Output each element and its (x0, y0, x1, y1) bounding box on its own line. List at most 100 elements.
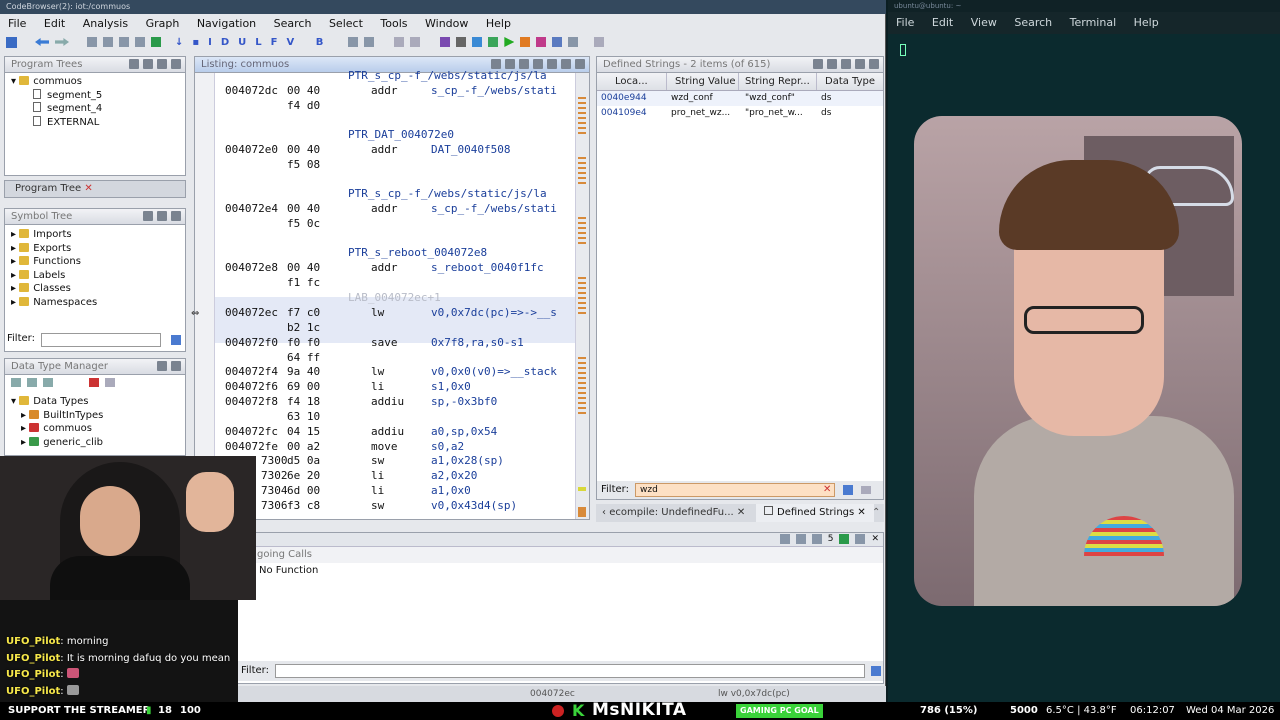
listing-operand[interactable]: v0,0x0(v0)=>__stack (431, 365, 557, 378)
symbol-tree-item-labels[interactable]: ▸ Labels (11, 269, 185, 283)
toolbar-icon[interactable] (119, 37, 129, 47)
refresh-icon[interactable] (795, 534, 806, 544)
filter-icon[interactable] (871, 666, 881, 676)
terminal-menu-terminal[interactable]: Terminal (1070, 12, 1117, 34)
tree-item-root[interactable]: ▾ commuos (11, 75, 185, 89)
dropdown-icon[interactable] (157, 361, 167, 371)
filter-options-icon[interactable] (843, 485, 853, 495)
listing-bytes[interactable]: f7 c0 (287, 306, 320, 319)
listing-address[interactable]: 004072f8 (225, 395, 278, 408)
toolbar-icon[interactable] (568, 37, 579, 47)
listing-mnemonic[interactable]: li (371, 469, 384, 482)
listing-bytes[interactable]: 00 40 (287, 202, 320, 215)
listing-operand[interactable]: v0,0x43d4(sp) (431, 499, 517, 512)
tab-defined-strings[interactable]: Defined Strings ✕ (756, 504, 874, 522)
listing-operand[interactable]: a1,0x0 (431, 484, 471, 497)
listing-mnemonic[interactable]: li (371, 380, 384, 393)
menu-window[interactable]: Window (425, 16, 468, 32)
toolbar-icon[interactable] (103, 37, 113, 47)
toolbar-icon[interactable] (594, 37, 605, 47)
listing-address[interactable]: 7302 (261, 469, 288, 482)
listing-operand[interactable]: s_cp_-f_/webs/stati (431, 84, 557, 97)
listing-mnemonic[interactable]: addr (371, 261, 398, 274)
listing-operand[interactable]: s_reboot_0040f1fc (431, 261, 544, 274)
panel-tool-icon[interactable] (157, 211, 167, 221)
tab-decompile[interactable]: ‹ ecompile: UndefinedFu... ✕ (602, 504, 745, 522)
splitter-arrow-icon[interactable]: ⇔ (191, 308, 199, 319)
run-icon[interactable] (504, 37, 515, 47)
listing-address[interactable]: 004072e4 (225, 202, 278, 215)
listing-mnemonic[interactable]: li (371, 484, 384, 497)
listing-address[interactable]: 004072f6 (225, 380, 278, 393)
column-header[interactable]: String Value (667, 73, 739, 90)
listing-operand[interactable]: sp,-0x3bf0 (431, 395, 497, 408)
expand-icon[interactable]: ▾ (11, 76, 19, 87)
close-icon[interactable] (171, 59, 181, 69)
menu-help[interactable]: Help (486, 16, 511, 32)
toolbar-icon[interactable] (89, 378, 99, 387)
terminal-menu-help[interactable]: Help (1134, 12, 1159, 34)
listing-bytes[interactable]: 00 40 (287, 261, 320, 274)
listing-address[interactable]: 004072ec (225, 306, 278, 319)
listing-mnemonic[interactable]: sw (371, 499, 384, 512)
symbol-tree-item-namespaces[interactable]: ▸ Namespaces (11, 296, 185, 310)
close-icon[interactable] (171, 361, 181, 371)
listing-bytes[interactable]: 69 00 (287, 380, 320, 393)
listing-label[interactable]: LAB_004072ec+1 (348, 291, 441, 304)
panel-tool-icon[interactable] (143, 211, 153, 221)
toolbar-icon[interactable] (151, 37, 161, 47)
listing-bytes[interactable]: 00 a2 (287, 440, 320, 453)
menu-select[interactable]: Select (329, 16, 363, 32)
table-row[interactable]: 004109e4 pro_net_wz... "pro_net_w... ds (597, 106, 883, 121)
listing-label[interactable]: PTR_s_cp_-f_/webs/static/js/la (348, 187, 547, 200)
column-header[interactable]: Loca... (597, 73, 667, 90)
panel-tool-icon[interactable] (841, 59, 851, 69)
listing-mnemonic[interactable]: save (371, 336, 398, 349)
symbol-filter-input[interactable] (41, 333, 161, 347)
toolbar-icon[interactable] (348, 37, 359, 47)
back-icon[interactable] (35, 38, 49, 46)
listing-operand[interactable]: a1,0x28(sp) (431, 454, 504, 467)
listing-mnemonic[interactable]: sw (371, 454, 384, 467)
refresh-icon[interactable] (813, 59, 823, 69)
listing-bytes[interactable]: f4 18 (287, 395, 320, 408)
menu-graph[interactable]: Graph (146, 16, 180, 32)
tree-item[interactable]: EXTERNAL (11, 115, 185, 130)
listing-bytes[interactable]: 00 40 (287, 84, 320, 97)
listing-bytes[interactable]: 04 15 (287, 425, 320, 438)
listing-bytes[interactable]: f3 c8 (287, 499, 320, 512)
listing-address[interactable]: 004072dc (225, 84, 278, 97)
symbol-tree-item-classes[interactable]: ▸ Classes (11, 282, 185, 296)
listing-operand[interactable]: v0,0x7dc(pc)=>->__s (431, 306, 557, 319)
listing-bytes[interactable]: f5 08 (287, 158, 320, 171)
close-icon[interactable]: ✕ (857, 507, 865, 518)
toolbar-icon[interactable] (440, 37, 451, 47)
toolbar-letter-icons[interactable]: ↓▪IDULFV B (175, 37, 332, 48)
listing-lines[interactable]: PTR_s_cp_-f_/webs/static/js/la 004072dc 00… (195, 57, 575, 519)
table-row[interactable]: 0040e944 wzd_conf "wzd_conf" ds (597, 91, 883, 106)
menu-edit[interactable]: Edit (44, 16, 65, 32)
toolbar-icon[interactable] (488, 37, 499, 47)
symbol-tree-item-imports[interactable]: ▸ Imports (11, 228, 185, 242)
listing-address[interactable]: 7300 (261, 454, 288, 467)
terminal-menu-file[interactable]: File (896, 12, 914, 34)
toolbar-icon[interactable] (135, 37, 145, 47)
menu-navigation[interactable]: Navigation (197, 16, 256, 32)
menu-analysis[interactable]: Analysis (83, 16, 128, 32)
redo-icon[interactable] (410, 37, 421, 47)
listing-mnemonic[interactable]: lw (371, 306, 384, 319)
panel-tool-icon[interactable] (827, 59, 837, 69)
listing-bytes[interactable]: 00 40 (287, 143, 320, 156)
close-icon[interactable] (171, 211, 181, 221)
listing-bytes[interactable]: 63 10 (287, 410, 320, 423)
column-header[interactable]: Data Type (817, 73, 883, 90)
dtm-item-builtin[interactable]: ▸ BuiltInTypes (11, 409, 185, 423)
close-icon[interactable] (575, 59, 585, 69)
listing-operand[interactable]: s0,a2 (431, 440, 464, 453)
toolbar-icon[interactable] (520, 37, 531, 47)
listing-address[interactable]: 004072f4 (225, 365, 278, 378)
listing-bytes[interactable]: d5 0a (287, 454, 320, 467)
listing-label[interactable]: PTR_s_cp_-f_/webs/static/js/la (348, 69, 547, 82)
panel-tool-icon[interactable] (779, 534, 790, 544)
save-icon[interactable] (6, 36, 17, 48)
